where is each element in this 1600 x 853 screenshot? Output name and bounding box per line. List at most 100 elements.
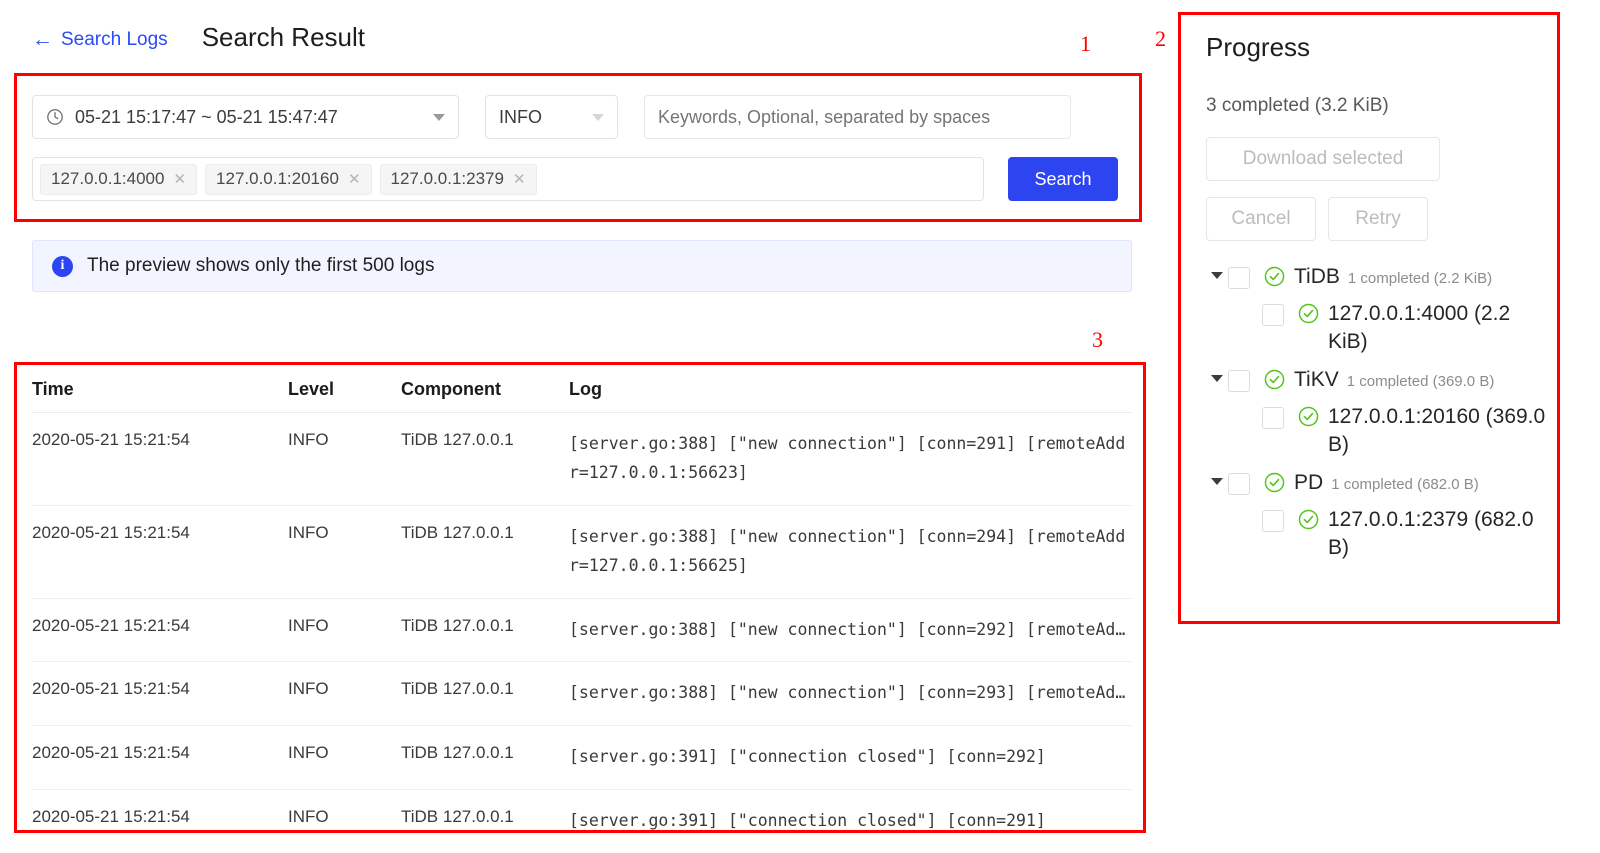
group-name: TiDB [1294,265,1340,288]
cell-component: TiDB 127.0.0.1 [401,743,514,763]
cell-log: [server.go:388] ["new connection"] [conn… [569,619,1132,639]
group-name: TiKV [1294,368,1339,392]
progress-summary: 3 completed (3.2 KiB) [1206,95,1389,116]
cell-component: TiDB 127.0.0.1 [401,679,514,699]
progress-group-header[interactable]: TiDB 1 completed (2.2 KiB) [1206,263,1546,294]
log-table: Time Level Component Log 2020-05-21 15:2… [32,365,1132,853]
caret-down-icon[interactable] [1206,469,1228,486]
progress-group-header[interactable]: TiKV 1 completed (369.0 B) [1206,366,1546,397]
cell-level: INFO [288,679,329,699]
column-header-time: Time [32,378,74,399]
check-circle-icon [1264,473,1285,493]
table-row[interactable]: 2020-05-21 15:21:54 INFO TiDB 127.0.0.1 … [32,599,1132,663]
close-icon[interactable]: ✕ [513,170,526,188]
instance-tag[interactable]: 127.0.0.1:2379 ✕ [379,163,537,195]
app-root: ← Search Logs Search Result 05-21 15:17:… [0,0,1600,853]
child-label: 127.0.0.1:20160 (369.0 B) [1328,404,1546,457]
table-header-row: Time Level Component Log [32,365,1132,413]
close-icon[interactable]: ✕ [348,170,361,188]
banner-text: The preview shows only the first 500 log… [87,255,435,276]
filter-row-primary: 05-21 15:17:47 ~ 05-21 15:47:47 INFO [32,95,1132,139]
clock-icon [47,109,63,125]
check-circle-icon [1298,406,1319,426]
cell-time: 2020-05-21 15:21:54 [32,430,190,449]
instance-tag-label: 127.0.0.1:4000 [51,169,165,188]
cell-log: [server.go:388] ["new connection"] [conn… [569,683,1132,703]
cell-time: 2020-05-21 15:21:54 [32,615,190,635]
cell-log: [server.go:391] ["connection closed"] [c… [569,747,1046,767]
check-circle-icon [1264,266,1285,287]
group-name: PD [1294,471,1324,495]
column-header-level: Level [288,378,335,399]
instance-select[interactable]: 127.0.0.1:4000 ✕ 127.0.0.1:20160 ✕ 127.0… [32,157,984,201]
log-level-select[interactable]: INFO [485,95,618,139]
group-checkbox[interactable] [1228,473,1250,496]
progress-group: PD 1 completed (682.0 B) 127.0.0.1:2379 (… [1206,469,1546,562]
progress-group: TiDB 1 completed (2.2 KiB) 127.0.0.1:4000… [1206,263,1546,356]
table-row[interactable]: 2020-05-21 15:21:54 INFO TiDB 127.0.0.1 … [32,790,1132,853]
cell-time: 2020-05-21 15:21:54 [32,807,190,827]
child-checkbox[interactable] [1262,509,1284,532]
cell-time: 2020-05-21 15:21:54 [32,679,190,699]
column-header-component: Component [401,378,501,399]
keywords-input[interactable] [644,95,1071,139]
log-level-value: INFO [499,106,542,127]
progress-tree: TiDB 1 completed (2.2 KiB) 127.0.0.1:4000… [1206,263,1546,563]
cancel-button[interactable]: Cancel [1206,197,1316,241]
column-header-log: Log [569,378,602,399]
search-button[interactable]: Search [1008,157,1118,201]
page-header: ← Search Logs Search Result [32,24,365,50]
check-circle-icon [1264,369,1285,390]
cell-level: INFO [288,743,329,763]
progress-child-item[interactable]: 127.0.0.1:4000 (2.2 KiB) [1206,300,1546,357]
group-checkbox[interactable] [1228,267,1250,289]
progress-group: TiKV 1 completed (369.0 B) 127.0.0.1:2016… [1206,366,1546,459]
progress-panel: Progress 3 completed (3.2 KiB) Download … [1182,12,1568,624]
progress-title: Progress [1206,32,1311,62]
cell-level: INFO [288,430,329,449]
arrow-left-icon: ← [32,28,53,51]
group-meta: 1 completed (369.0 B) [1346,373,1495,391]
child-checkbox[interactable] [1262,303,1284,326]
chevron-down-icon [592,113,604,121]
cell-level: INFO [288,522,329,542]
group-meta: 1 completed (2.2 KiB) [1347,270,1493,287]
instance-tag-label: 127.0.0.1:2379 [390,169,504,188]
child-label: 127.0.0.1:4000 (2.2 KiB) [1328,301,1511,353]
cell-component: TiDB 127.0.0.1 [401,615,514,635]
table-row[interactable]: 2020-05-21 15:21:54 INFO TiDB 127.0.0.1 … [32,506,1132,599]
chevron-down-icon [433,113,445,121]
cell-level: INFO [288,807,329,827]
child-label: 127.0.0.1:2379 (682.0 B) [1328,507,1534,560]
time-range-picker[interactable]: 05-21 15:17:47 ~ 05-21 15:47:47 [32,95,459,139]
back-to-search-logs-link[interactable]: ← Search Logs [32,29,168,50]
instance-tag[interactable]: 127.0.0.1:4000 ✕ [40,163,198,195]
filter-row-secondary: 127.0.0.1:4000 ✕ 127.0.0.1:20160 ✕ 127.0… [32,157,1132,201]
retry-button[interactable]: Retry [1328,197,1428,241]
cell-log: [server.go:388] ["new connection"] [conn… [569,526,1126,575]
search-result-pane: ← Search Logs Search Result 05-21 15:17:… [0,0,1160,853]
check-circle-icon [1298,509,1319,530]
check-circle-icon [1298,303,1319,323]
search-filter-bar: 05-21 15:17:47 ~ 05-21 15:47:47 INFO 127… [32,95,1132,201]
progress-child-item[interactable]: 127.0.0.1:20160 (369.0 B) [1206,403,1546,460]
caret-down-icon[interactable] [1206,263,1228,279]
download-selected-button[interactable]: Download selected [1206,137,1440,181]
group-meta: 1 completed (682.0 B) [1331,476,1479,494]
close-icon[interactable]: ✕ [173,170,186,188]
child-checkbox[interactable] [1262,406,1284,429]
cell-time: 2020-05-21 15:21:54 [32,522,190,542]
cell-log: [server.go:388] ["new connection"] [conn… [569,434,1126,482]
caret-down-icon[interactable] [1206,366,1228,383]
instance-tag[interactable]: 127.0.0.1:20160 ✕ [205,163,372,195]
progress-group-header[interactable]: PD 1 completed (682.0 B) [1206,469,1546,500]
cell-component: TiDB 127.0.0.1 [401,807,514,827]
table-row[interactable]: 2020-05-21 15:21:54 INFO TiDB 127.0.0.1 … [32,726,1132,791]
cell-log: [server.go:391] ["connection closed"] [c… [569,811,1046,831]
progress-child-item[interactable]: 127.0.0.1:2379 (682.0 B) [1206,506,1546,563]
cell-component: TiDB 127.0.0.1 [401,430,514,449]
table-row[interactable]: 2020-05-21 15:21:54 INFO TiDB 127.0.0.1 … [32,662,1132,727]
cell-component: TiDB 127.0.0.1 [401,522,514,542]
table-row[interactable]: 2020-05-21 15:21:54 INFO TiDB 127.0.0.1 … [32,413,1132,506]
group-checkbox[interactable] [1228,370,1250,393]
